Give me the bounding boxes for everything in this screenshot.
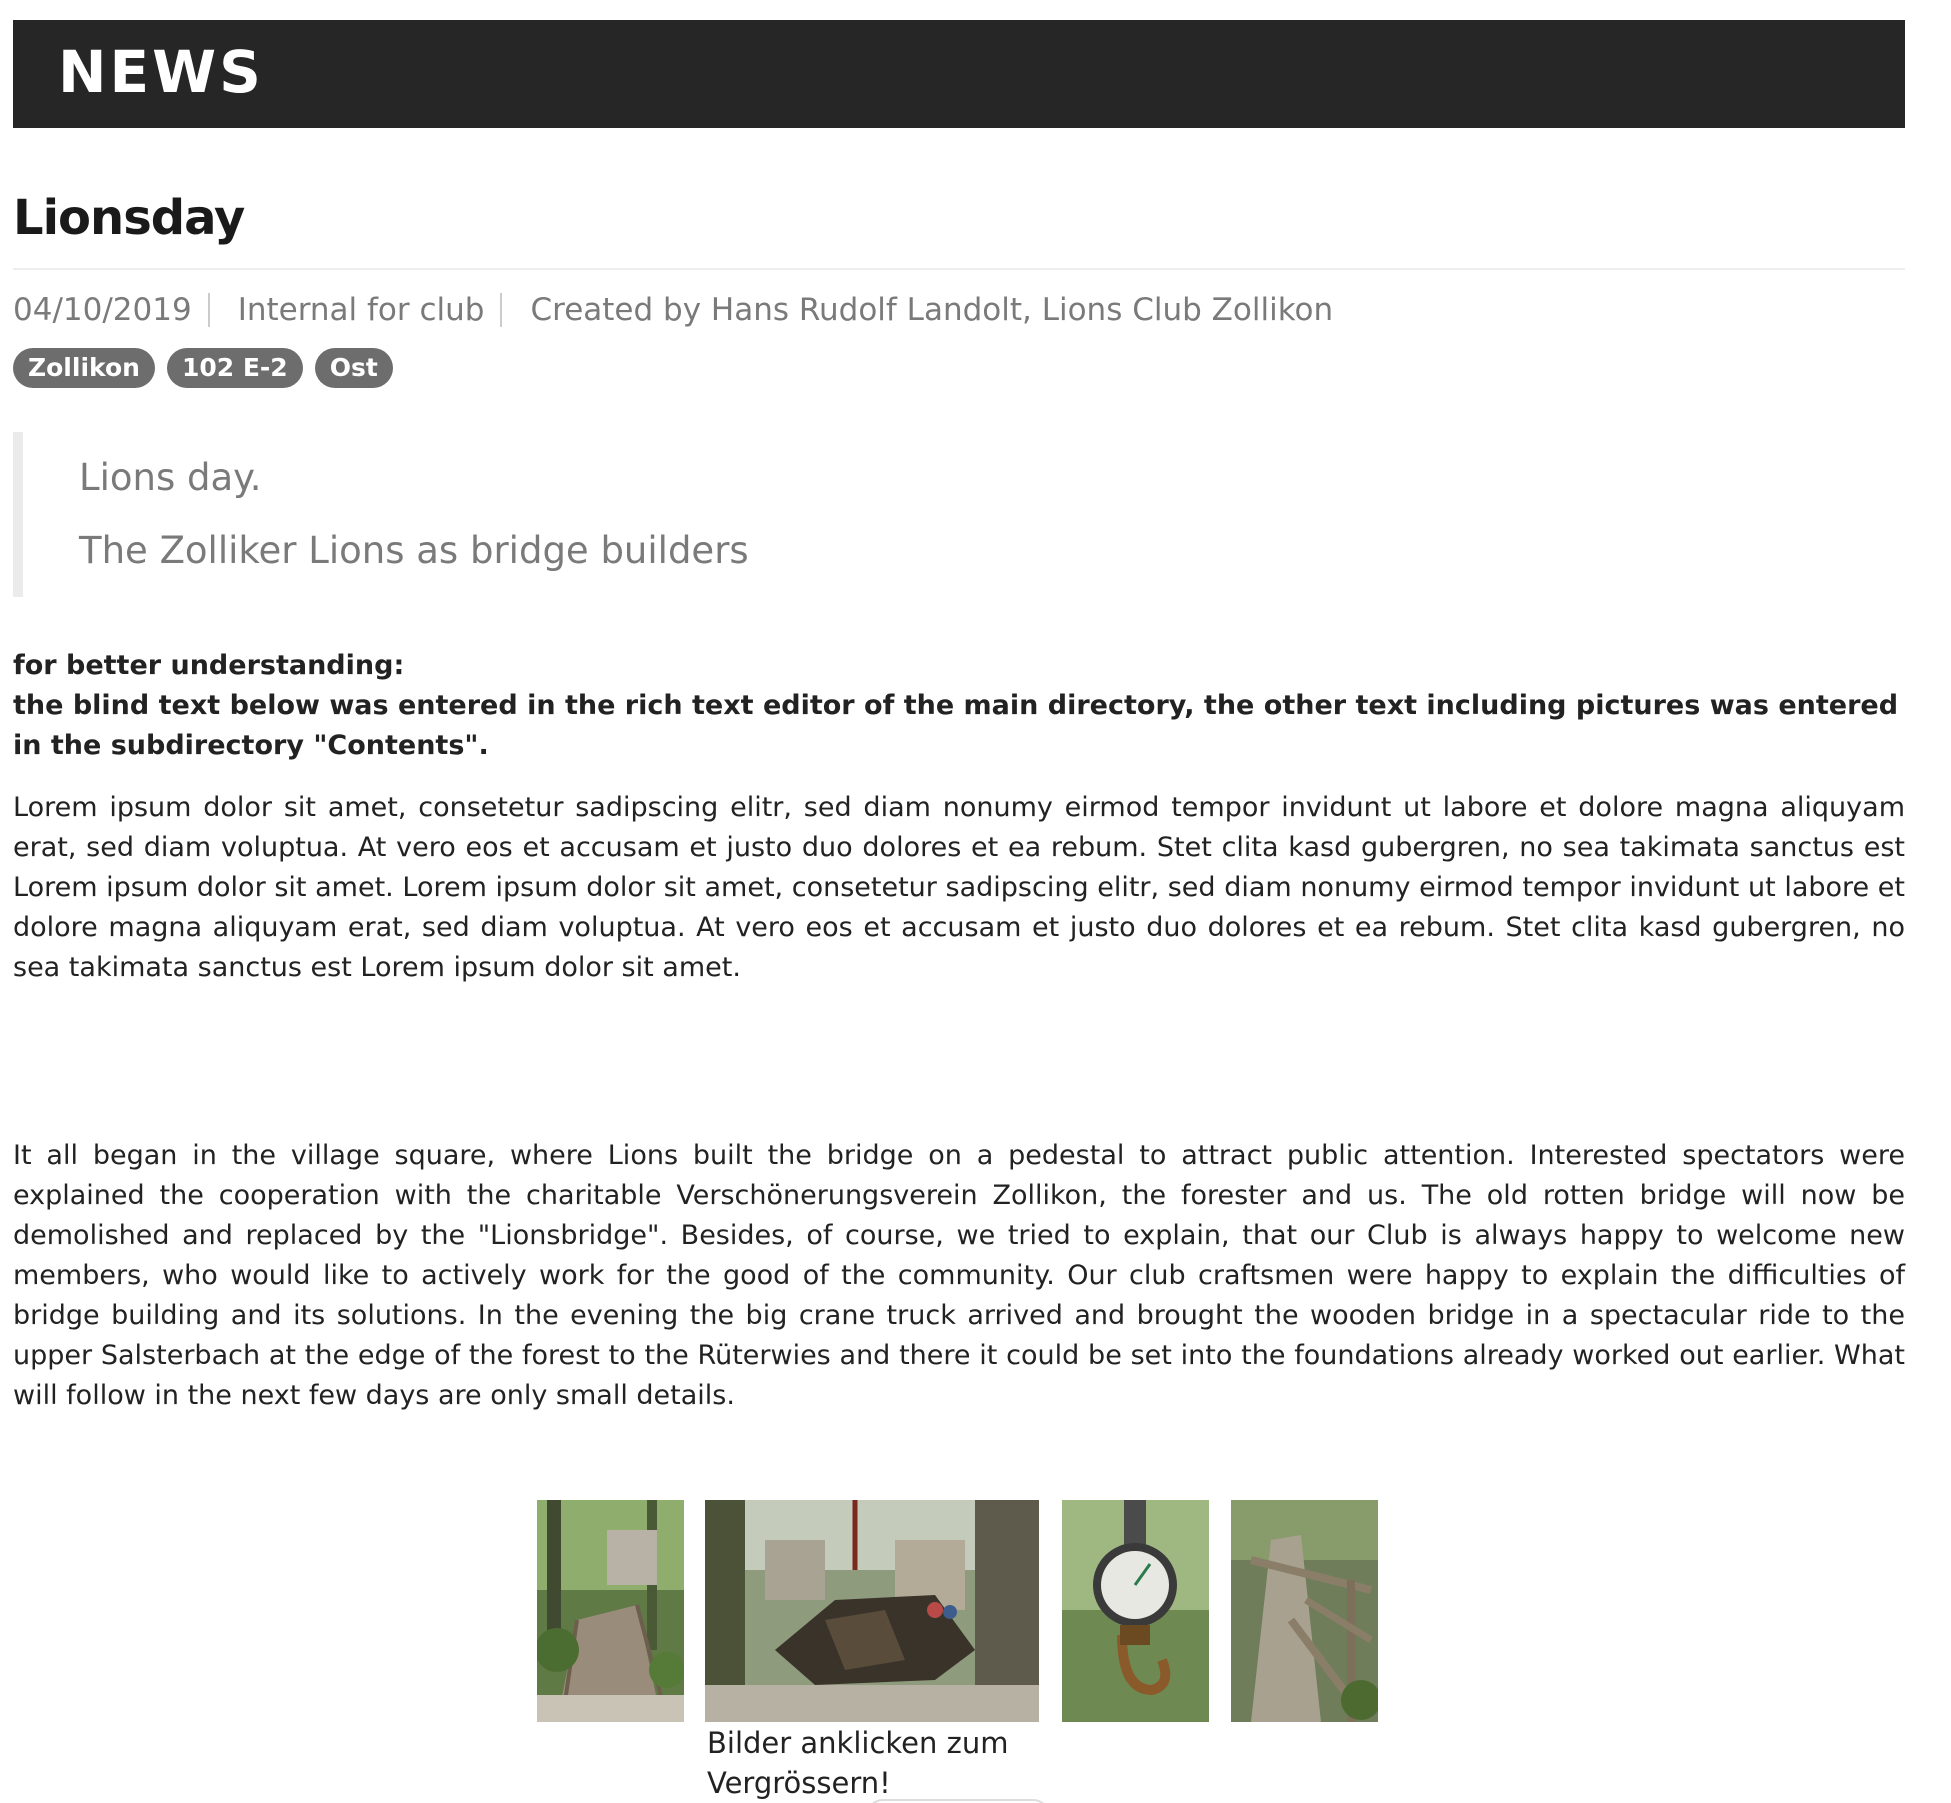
gallery-photo-bridge[interactable] (537, 1500, 684, 1722)
article-date: 04/10/2019 (13, 292, 192, 328)
gallery-button[interactable] (866, 1799, 1050, 1803)
intro-note-heading: for better understanding: (13, 650, 405, 681)
meta-separator (207, 293, 210, 327)
article-title: Lionsday (13, 190, 245, 246)
tag-district[interactable]: 102 E-2 (166, 348, 303, 388)
title-divider (13, 268, 1905, 270)
article-meta: 04/10/2019 Internal for club Created by … (13, 290, 1349, 330)
intro-note-text: the blind text below was entered in the … (13, 690, 1899, 761)
tag-zollikon[interactable]: Zollikon (13, 348, 155, 388)
lead-line: Lions day. (79, 456, 262, 499)
article-visibility: Internal for club (237, 292, 485, 328)
news-page: NEWS Lionsday 04/10/2019 Internal for cl… (0, 0, 1951, 1803)
article-author: Created by Hans Rudolf Landolt, Lions Cl… (530, 292, 1334, 328)
tag-ost[interactable]: Ost (314, 348, 393, 388)
gallery-photo-railing[interactable] (1231, 1500, 1378, 1722)
gallery-caption: Bilder anklicken zum Vergrössern! (707, 1726, 1009, 1800)
body-paragraph-story: It all began in the village square, wher… (13, 1140, 1905, 1411)
news-header-bar: NEWS (13, 20, 1905, 128)
tag-list: Zollikon 102 E-2 Ost (13, 348, 393, 388)
body-paragraph-lorem: Lorem ipsum dolor sit amet, consetetur s… (13, 792, 1905, 983)
gallery-photo-crane[interactable] (705, 1500, 1039, 1722)
meta-separator (500, 293, 503, 327)
header-title: NEWS (58, 38, 264, 106)
lead-blockquote: Lions day. The Zolliker Lions as bridge … (13, 432, 1023, 597)
lead-line: The Zolliker Lions as bridge builders (79, 529, 749, 572)
intro-note: for better understanding: the blind text… (13, 646, 1905, 766)
gallery-photo-scale[interactable] (1062, 1500, 1209, 1722)
